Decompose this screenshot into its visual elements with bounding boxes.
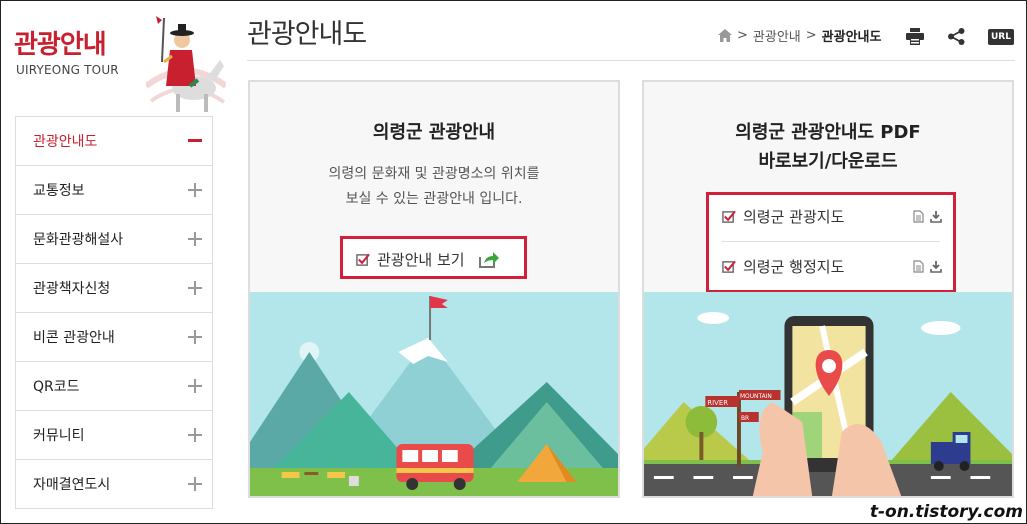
download-icon[interactable] <box>930 210 942 223</box>
header-divider <box>247 60 1015 61</box>
url-copy-button[interactable]: URL <box>988 29 1014 45</box>
tour-guide-card: 의령군 관광안내 의령의 문화재 및 관광명소의 위치를 보실 수 있는 관광안… <box>248 80 620 498</box>
sign-river: RIVER <box>707 399 728 407</box>
plus-icon <box>188 232 202 246</box>
document-view-icon[interactable] <box>913 260 924 273</box>
sidebar-item-label: 관광안내도 <box>33 134 98 150</box>
sign-mountain: MOUNTAIN <box>740 393 772 400</box>
logo-title: 관광안내 <box>14 30 107 60</box>
minus-icon <box>188 134 202 148</box>
horseman-mascot-icon <box>146 16 226 112</box>
breadcrumb-separator: > <box>737 28 748 43</box>
card-title-line: 의령군 관광안내도 PDF <box>735 122 921 143</box>
plus-icon <box>188 281 202 295</box>
mountain-camping-illustration <box>250 292 618 496</box>
highlight-box: 관광안내 보기 <box>340 236 527 279</box>
phone-map-illustration: RIVER MOUNTAIN BR <box>644 292 1012 496</box>
plus-icon <box>188 477 202 491</box>
external-link-icon <box>478 251 499 268</box>
sidebar-item-label: 문화관광해설사 <box>33 232 124 248</box>
logo-subtitle: UIRYEONG TOUR <box>16 63 119 77</box>
link-divider <box>722 241 940 242</box>
link-label: 관광안내 보기 <box>377 251 465 269</box>
print-icon[interactable] <box>906 28 924 45</box>
checkbox-checked-icon <box>722 260 736 273</box>
card-title: 의령군 관광안내도 PDF 바로보기/다운로드 <box>644 118 1012 176</box>
home-icon[interactable] <box>718 29 732 42</box>
sidebar-item-guide[interactable]: 문화관광해설사 <box>16 215 212 264</box>
sidebar-item-beacon[interactable]: 비콘 관광안내 <box>16 313 212 362</box>
sidebar-item-booklet[interactable]: 관광책자신청 <box>16 264 212 313</box>
breadcrumb: > 관광안내 > 관광안내도 <box>718 26 881 45</box>
sidebar-menu: 관광안내도 교통정보 문화관광해설사 관광책자신청 비콘 관광안내 QR코드 커… <box>15 116 213 509</box>
sign-br: BR <box>741 415 749 422</box>
sidebar-item-community[interactable]: 커뮤니티 <box>16 411 212 460</box>
link-label: 의령군 관광지도 <box>743 208 845 226</box>
sidebar-item-tour-map[interactable]: 관광안내도 <box>16 117 212 166</box>
share-icon[interactable] <box>948 28 965 45</box>
description-line: 보실 수 있는 관광안내 입니다. <box>345 191 523 207</box>
document-view-icon[interactable] <box>913 210 924 223</box>
breadcrumb-current: 관광안내도 <box>821 30 882 45</box>
breadcrumb-parent[interactable]: 관광안내 <box>753 26 801 45</box>
sidebar-item-traffic[interactable]: 교통정보 <box>16 166 212 215</box>
highlight-box: 의령군 관광지도 의령군 행정지도 <box>706 192 956 293</box>
watermark-text: t-on.tistory.com <box>869 502 1023 522</box>
sidebar-item-label: 자매결연도시 <box>33 477 111 493</box>
admin-map-pdf-link[interactable]: 의령군 행정지도 <box>722 256 942 277</box>
view-tour-guide-link[interactable]: 관광안내 보기 <box>356 249 500 270</box>
sidebar-item-label: 교통정보 <box>33 183 85 199</box>
sidebar-item-label: 관광책자신청 <box>33 281 111 297</box>
pdf-map-card: 의령군 관광안내도 PDF 바로보기/다운로드 의령군 관광지도 의령군 행정지… <box>642 80 1014 498</box>
checkbox-checked-icon <box>356 253 370 266</box>
card-title: 의령군 관광안내 <box>372 122 496 143</box>
sidebar-item-qr[interactable]: QR코드 <box>16 362 212 411</box>
plus-icon <box>188 379 202 393</box>
breadcrumb-separator: > <box>805 28 817 43</box>
plus-icon <box>188 428 202 442</box>
card-title-line: 바로보기/다운로드 <box>758 151 898 172</box>
checkbox-checked-icon <box>722 210 736 223</box>
sidebar-item-label: 커뮤니티 <box>33 428 85 444</box>
plus-icon <box>188 330 202 344</box>
site-logo[interactable]: 관광안내 UIRYEONG TOUR <box>14 10 226 118</box>
tour-map-pdf-link[interactable]: 의령군 관광지도 <box>722 206 942 227</box>
description-line: 의령의 문화재 및 관광명소의 위치를 <box>328 166 540 182</box>
plus-icon <box>188 183 202 197</box>
sidebar-item-sister-city[interactable]: 자매결연도시 <box>16 460 212 509</box>
download-icon[interactable] <box>930 260 942 273</box>
page-title: 관광안내도 <box>247 19 367 50</box>
sidebar-item-label: QR코드 <box>33 379 80 395</box>
card-description: 의령의 문화재 및 관광명소의 위치를 보실 수 있는 관광안내 입니다. <box>250 162 618 212</box>
link-label: 의령군 행정지도 <box>743 258 845 276</box>
sidebar-item-label: 비콘 관광안내 <box>33 330 115 346</box>
